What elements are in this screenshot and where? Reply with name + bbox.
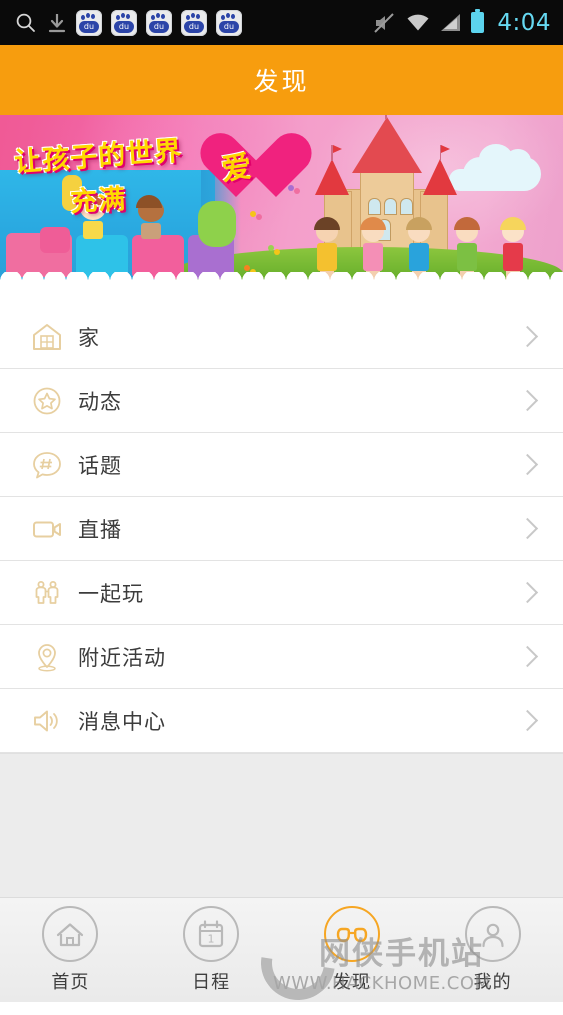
home-icon	[42, 906, 99, 962]
baidu-du-label: du	[79, 20, 99, 33]
list-item-label: 动态	[78, 389, 122, 414]
list-item-feed[interactable]: 动态	[0, 369, 563, 433]
signal-icon	[441, 13, 461, 31]
toy-train-cab	[40, 227, 70, 253]
status-bar-left-icons: du du du du du	[14, 9, 372, 36]
promo-banner[interactable]: 让孩子的世界 充满 爱	[0, 115, 563, 305]
tab-home[interactable]: 首页	[0, 898, 141, 1002]
search-icon	[16, 13, 35, 32]
house-icon	[26, 316, 68, 358]
chevron-right-icon	[516, 453, 539, 476]
chevron-right-icon	[516, 645, 539, 668]
baidu-app-icon[interactable]: du	[216, 9, 242, 36]
tab-mine[interactable]: 我的	[422, 898, 563, 1002]
tab-schedule[interactable]: 1 日程	[141, 898, 282, 1002]
two-people-icon	[26, 572, 68, 614]
chevron-right-icon	[516, 709, 539, 732]
flower-decoration	[268, 245, 281, 258]
phone-screen: du du du du du 4:04 发现 让孩子的世界 充满 爱 家 动态 …	[0, 0, 563, 1015]
empty-area	[0, 753, 563, 902]
battery-icon	[471, 9, 485, 33]
speaker-icon	[26, 700, 68, 742]
discover-menu-list: 家 动态 话题 直播 一起玩 附近活动 消息中心	[0, 305, 563, 753]
heart-badge-text: 爱	[219, 149, 254, 189]
star-circle-icon	[26, 380, 68, 422]
list-item-message-center[interactable]: 消息中心	[0, 689, 563, 753]
baidu-app-icon[interactable]: du	[146, 9, 172, 36]
tab-discover[interactable]: 发现	[282, 898, 423, 1002]
tab-label: 发现	[332, 972, 371, 993]
app-header: 发现	[0, 45, 563, 115]
baidu-app-icon[interactable]: du	[111, 9, 137, 36]
list-item-label: 附近活动	[78, 645, 166, 670]
list-item-label: 家	[78, 325, 100, 350]
download-icon	[48, 13, 66, 32]
baidu-du-label: du	[219, 20, 239, 33]
mute-icon	[374, 12, 395, 33]
flower-decoration	[288, 185, 301, 198]
tab-label: 我的	[473, 972, 512, 993]
baidu-app-icon[interactable]: du	[76, 9, 102, 36]
list-item-nearby-events[interactable]: 附近活动	[0, 625, 563, 689]
status-bar-right-icons: 4:04	[372, 9, 551, 36]
list-item-live[interactable]: 直播	[0, 497, 563, 561]
baidu-du-label: du	[149, 20, 169, 33]
list-item-label: 一起玩	[78, 581, 144, 606]
list-item-play-together[interactable]: 一起玩	[0, 561, 563, 625]
heart-badge: 爱	[196, 129, 276, 203]
flower-decoration	[250, 211, 263, 224]
wifi-icon	[407, 14, 429, 30]
tab-label: 首页	[51, 972, 90, 993]
banner-bottom-wave	[0, 272, 563, 305]
baidu-app-icon[interactable]: du	[181, 9, 207, 36]
list-item-home[interactable]: 家	[0, 305, 563, 369]
chevron-right-icon	[516, 581, 539, 604]
baidu-du-label: du	[114, 20, 134, 33]
tab-label: 日程	[192, 972, 231, 993]
banner-headline: 让孩子的世界 充满	[13, 133, 224, 218]
status-bar-clock: 4:04	[497, 9, 551, 36]
page-title: 发现	[253, 67, 310, 96]
bottom-tab-bar: 首页 1 日程 发现 我的 网侠手机站 WWW.HACKHOME.COM	[0, 897, 563, 1015]
status-bar: du du du du du 4:04	[0, 0, 563, 45]
person-icon	[464, 906, 521, 962]
binoculars-icon	[323, 906, 380, 962]
list-item-label: 话题	[78, 453, 122, 478]
list-item-topic[interactable]: 话题	[0, 433, 563, 497]
hashtag-bubble-icon	[26, 444, 68, 486]
chevron-right-icon	[516, 389, 539, 412]
list-item-label: 消息中心	[78, 709, 166, 734]
video-camera-icon	[26, 508, 68, 550]
list-item-label: 直播	[78, 517, 122, 542]
baidu-du-label: du	[184, 20, 204, 33]
cloud-icon	[463, 144, 541, 191]
calendar-icon: 1	[183, 906, 240, 962]
chevron-right-icon	[516, 517, 539, 540]
location-pin-icon	[26, 636, 68, 678]
banner-headline-line1: 让孩子的世界	[13, 135, 184, 179]
chevron-right-icon	[516, 325, 539, 348]
